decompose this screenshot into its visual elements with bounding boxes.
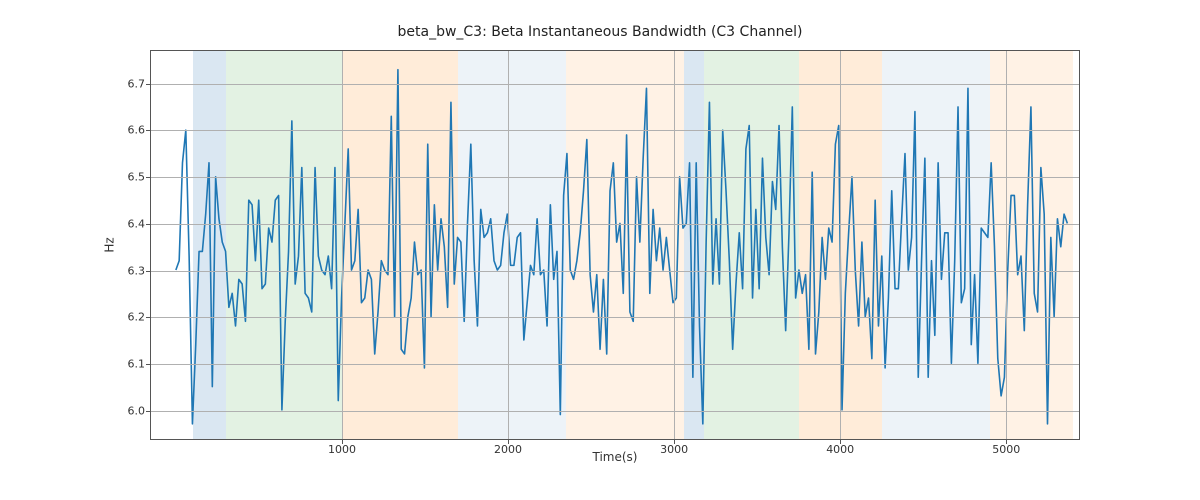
figure: beta_bw_C3: Beta Instantaneous Bandwidth… [0, 0, 1200, 500]
plot-area: 100020003000400050006.06.16.26.36.46.56.… [151, 51, 1079, 439]
grid-line [840, 51, 841, 439]
grid-line [151, 271, 1079, 272]
grid-line [151, 224, 1079, 225]
y-tick-label: 6.5 [128, 171, 146, 184]
grid-line [151, 364, 1079, 365]
axes: 100020003000400050006.06.16.26.36.46.56.… [150, 50, 1080, 440]
y-tick [146, 130, 151, 131]
y-axis-label: Hz [100, 50, 120, 440]
y-tick-label: 6.6 [128, 124, 146, 137]
grid-line [151, 84, 1079, 85]
y-tick [146, 84, 151, 85]
y-tick [146, 364, 151, 365]
line-series [151, 51, 1079, 440]
grid-line [151, 177, 1079, 178]
y-tick [146, 177, 151, 178]
grid-line [342, 51, 343, 439]
y-tick-label: 6.4 [128, 217, 146, 230]
y-tick-label: 6.3 [128, 264, 146, 277]
grid-line [508, 51, 509, 439]
grid-line [674, 51, 675, 439]
x-axis-label: Time(s) [150, 450, 1080, 464]
y-tick [146, 317, 151, 318]
grid-line [151, 130, 1079, 131]
grid-line [151, 411, 1079, 412]
grid-line [151, 317, 1079, 318]
y-tick-label: 6.7 [128, 77, 146, 90]
beta-bw-c3-line [176, 70, 1068, 424]
chart-title: beta_bw_C3: Beta Instantaneous Bandwidth… [0, 24, 1200, 40]
y-tick-label: 6.2 [128, 311, 146, 324]
grid-line [1006, 51, 1007, 439]
y-tick [146, 411, 151, 412]
y-tick-label: 6.1 [128, 357, 146, 370]
y-tick-label: 6.0 [128, 404, 146, 417]
y-tick [146, 271, 151, 272]
y-tick [146, 224, 151, 225]
